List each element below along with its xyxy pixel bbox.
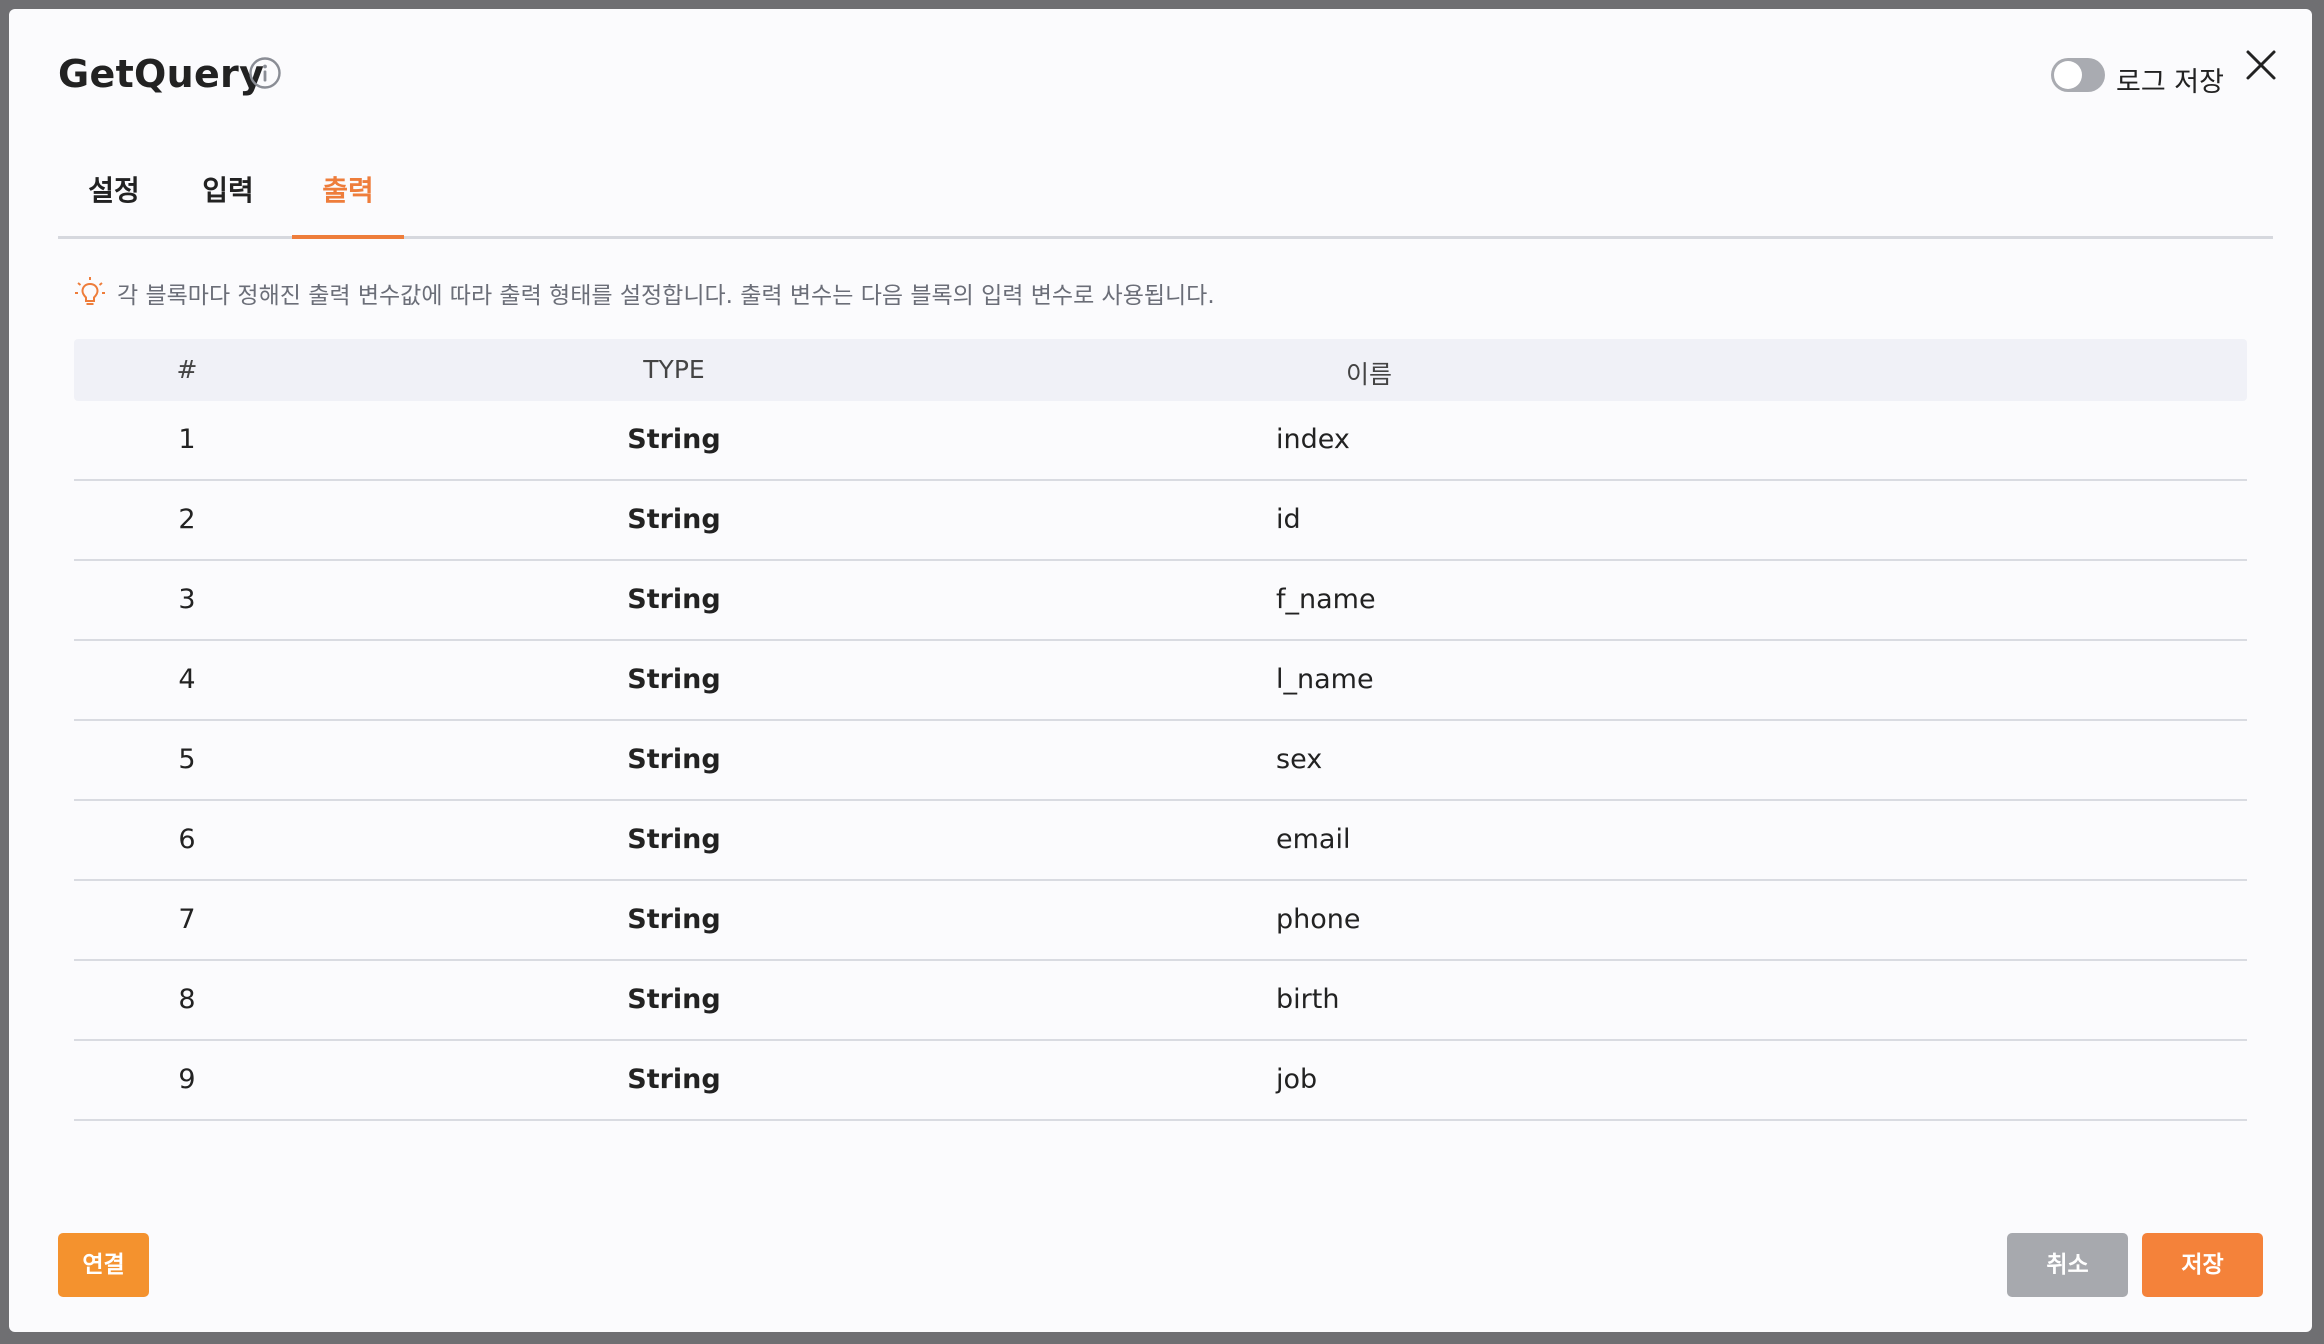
row-name: birth xyxy=(1276,984,1340,1015)
dialog-title: GetQuery xyxy=(58,52,265,96)
row-type: String xyxy=(627,584,721,615)
row-type: String xyxy=(627,904,721,935)
row-name: phone xyxy=(1276,904,1361,935)
table-row[interactable]: 3 String f_name xyxy=(74,561,2247,641)
row-num: 6 xyxy=(178,824,196,855)
table-row[interactable]: 1 String index xyxy=(74,401,2247,481)
cancel-button[interactable]: 취소 xyxy=(2007,1233,2128,1297)
connect-button[interactable]: 연결 xyxy=(58,1233,149,1297)
tab-settings[interactable]: 설정 xyxy=(84,149,144,239)
header-type: TYPE xyxy=(643,355,705,384)
row-num: 1 xyxy=(178,424,196,455)
row-name: id xyxy=(1276,504,1301,535)
log-save-toggle[interactable] xyxy=(2051,58,2105,92)
row-type: String xyxy=(627,984,721,1015)
row-type: String xyxy=(627,664,721,695)
output-variables-table: # TYPE 이름 1 String index 2 String id 3 S… xyxy=(74,339,2247,1121)
lightbulb-icon xyxy=(75,277,105,305)
save-button[interactable]: 저장 xyxy=(2142,1233,2263,1297)
row-num: 7 xyxy=(178,904,196,935)
row-num: 2 xyxy=(178,504,196,535)
row-num: 8 xyxy=(178,984,196,1015)
row-type: String xyxy=(627,1064,721,1095)
table-row[interactable]: 7 String phone xyxy=(74,881,2247,961)
row-type: String xyxy=(627,824,721,855)
log-save-label: 로그 저장 xyxy=(2116,67,2224,98)
row-type: String xyxy=(627,424,721,455)
row-name: l_name xyxy=(1276,664,1374,695)
table-row[interactable]: 9 String job xyxy=(74,1041,2247,1121)
table-row[interactable]: 4 String l_name xyxy=(74,641,2247,721)
row-name: sex xyxy=(1276,744,1323,775)
row-type: String xyxy=(627,744,721,775)
header-num: # xyxy=(176,355,198,384)
table-row[interactable]: 5 String sex xyxy=(74,721,2247,801)
tab-output[interactable]: 출력 xyxy=(292,149,404,239)
row-name: email xyxy=(1276,824,1351,855)
row-name: index xyxy=(1276,424,1350,455)
tab-bar: 설정 입력 출력 xyxy=(58,149,2273,239)
row-type: String xyxy=(627,504,721,535)
table-row[interactable]: 2 String id xyxy=(74,481,2247,561)
dialog: GetQuery 로그 저장 설정 입력 출력 각 블록마다 정해진 출력 변수… xyxy=(9,9,2312,1332)
row-num: 5 xyxy=(178,744,196,775)
header-name: 이름 xyxy=(1345,360,1392,389)
row-name: job xyxy=(1276,1064,1318,1095)
info-icon[interactable] xyxy=(248,56,282,90)
notice-text: 각 블록마다 정해진 출력 변수값에 따라 출력 형태를 설정합니다. 출력 변… xyxy=(117,283,1215,309)
row-num: 3 xyxy=(178,584,196,615)
table-row[interactable]: 8 String birth xyxy=(74,961,2247,1041)
row-name: f_name xyxy=(1276,584,1376,615)
row-num: 4 xyxy=(178,664,196,695)
tab-input[interactable]: 입력 xyxy=(196,149,260,239)
table-header: # TYPE 이름 xyxy=(74,339,2247,401)
notice: 각 블록마다 정해진 출력 변수값에 따라 출력 형태를 설정합니다. 출력 변… xyxy=(73,273,1215,313)
toggle-knob xyxy=(2054,61,2082,89)
table-row[interactable]: 6 String email xyxy=(74,801,2247,881)
row-num: 9 xyxy=(178,1064,196,1095)
close-icon[interactable] xyxy=(2243,47,2279,83)
